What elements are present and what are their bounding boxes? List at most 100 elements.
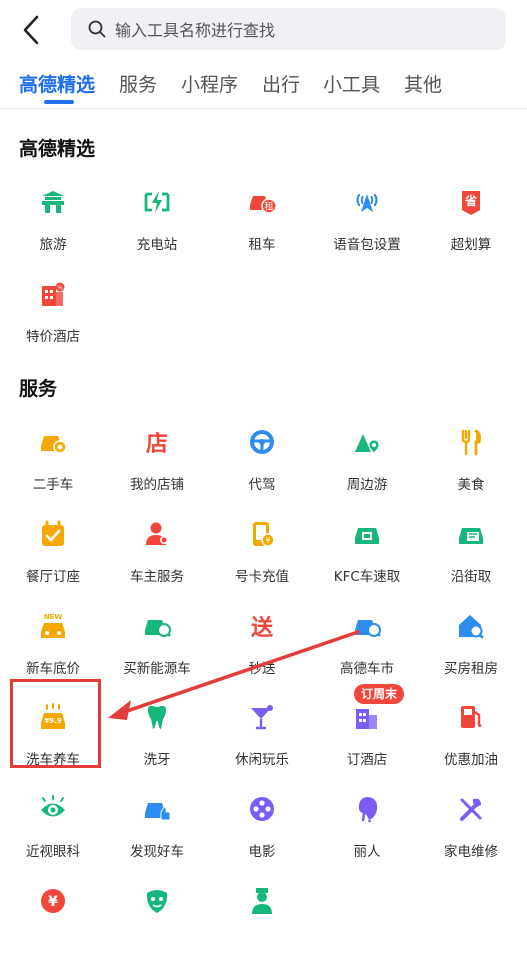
car-rental-icon: 租 bbox=[250, 196, 276, 214]
search-icon bbox=[88, 20, 106, 38]
tool-beauty[interactable]: 丽人 bbox=[315, 795, 419, 875]
tool-fuel-discount[interactable]: 优惠加油 bbox=[419, 703, 523, 783]
tool-label: 超划算 bbox=[450, 237, 492, 253]
tool-face-mask[interactable] bbox=[105, 887, 209, 967]
tool-kfc-pickup[interactable]: KFC车速取 bbox=[315, 520, 419, 600]
repair-icon bbox=[460, 798, 482, 821]
tool-house-buy-rent[interactable]: 买房租房 bbox=[419, 612, 523, 692]
search-box[interactable] bbox=[71, 8, 506, 52]
search-input[interactable] bbox=[113, 8, 497, 52]
tool-label: 语音包设置 bbox=[333, 237, 401, 253]
tool-deals[interactable]: 省 超划算 bbox=[419, 188, 523, 268]
tool-appliance-repair[interactable]: 家电维修 bbox=[419, 795, 523, 875]
kfc-pickup-icon bbox=[355, 528, 379, 544]
tool-my-shop[interactable]: 店 我的店铺 bbox=[105, 428, 209, 508]
tool-discount-hotel[interactable]: % 特价酒店 bbox=[1, 280, 105, 360]
tool-label: 代驾 bbox=[248, 477, 276, 493]
tool-label: 美食 bbox=[457, 477, 485, 493]
tool-leisure[interactable]: 休闲玩乐 bbox=[210, 703, 314, 783]
fuel-icon bbox=[461, 706, 482, 728]
street-pickup-icon bbox=[459, 528, 483, 544]
tool-car-rental[interactable]: 租 租车 bbox=[210, 188, 314, 268]
tool-coin[interactable]: ¥ bbox=[1, 887, 105, 967]
tool-designated-driver[interactable]: 代驾 bbox=[210, 428, 314, 508]
tool-label: 我的店铺 bbox=[130, 477, 184, 493]
phone-card-icon: ¥ bbox=[253, 522, 275, 547]
tool-label: 周边游 bbox=[346, 477, 388, 493]
tool-label: 优惠加油 bbox=[444, 752, 498, 768]
food-icon bbox=[461, 429, 481, 456]
tool-restaurant-reservation[interactable]: 餐厅订座 bbox=[1, 520, 105, 600]
tool-label: 家电维修 bbox=[444, 844, 498, 860]
cocktail-icon bbox=[251, 705, 273, 730]
charging-icon bbox=[144, 191, 170, 213]
tool-label: 高德车市 bbox=[340, 661, 394, 677]
send-glyph-text: 送 bbox=[251, 615, 273, 640]
tool-car-owner-service[interactable]: 车主服务 bbox=[105, 520, 209, 600]
tool-buy-ev[interactable]: 买新能源车 bbox=[105, 612, 209, 692]
steering-wheel-icon bbox=[250, 430, 274, 454]
tool-charging-station[interactable]: 充电站 bbox=[105, 188, 209, 268]
new-car-icon: NEW bbox=[41, 613, 65, 638]
tool-car-market[interactable]: 高德车市 bbox=[315, 612, 419, 692]
tab-featured[interactable]: 高德精选 bbox=[19, 70, 95, 97]
back-arrow-icon[interactable] bbox=[18, 14, 46, 46]
tab-tools[interactable]: 小工具 bbox=[323, 70, 380, 97]
ev-car-icon bbox=[145, 620, 171, 637]
tool-hotel-booking[interactable]: 订酒店 bbox=[315, 703, 419, 783]
top-bar bbox=[0, 0, 527, 60]
tool-voice-pack[interactable]: 语音包设置 bbox=[315, 188, 419, 268]
tooth-icon bbox=[148, 705, 166, 729]
tool-ophthalmology[interactable]: 近视眼科 bbox=[1, 795, 105, 875]
tool-label: 买新能源车 bbox=[123, 661, 191, 677]
mask-icon bbox=[146, 890, 168, 913]
tool-used-car[interactable]: 二手车 bbox=[1, 428, 105, 508]
tool-label: 特价酒店 bbox=[26, 329, 80, 345]
tab-other[interactable]: 其他 bbox=[404, 70, 442, 97]
used-car-icon bbox=[41, 436, 67, 454]
tool-label: 丽人 bbox=[353, 844, 381, 860]
tool-phone-top-up[interactable]: ¥ 号卡充值 bbox=[210, 520, 314, 600]
tool-label: 餐厅订座 bbox=[26, 569, 80, 585]
car-market-icon bbox=[355, 620, 381, 637]
svg-text:¥: ¥ bbox=[48, 894, 58, 910]
tool-find-good-car[interactable]: 发现好车 bbox=[105, 795, 209, 875]
tool-express-delivery[interactable]: 送 秒送 bbox=[210, 612, 314, 692]
tool-label: 二手车 bbox=[32, 477, 74, 493]
yuan-coin-icon: ¥ bbox=[41, 889, 65, 913]
tool-teeth-cleaning[interactable]: 洗牙 bbox=[105, 703, 209, 783]
svg-text:%: % bbox=[57, 285, 63, 292]
active-tab-indicator bbox=[44, 100, 74, 104]
tool-label: 车主服务 bbox=[130, 569, 184, 585]
svg-text:¥: ¥ bbox=[265, 536, 270, 545]
tool-label: 近视眼科 bbox=[26, 844, 80, 860]
tool-travel[interactable]: 旅游 bbox=[1, 188, 105, 268]
tool-nurse[interactable] bbox=[210, 887, 314, 967]
tool-label: 号卡充值 bbox=[235, 569, 289, 585]
tab-mini-programs[interactable]: 小程序 bbox=[181, 70, 238, 97]
tab-travel[interactable]: 出行 bbox=[262, 70, 300, 97]
tool-label: 秒送 bbox=[248, 661, 276, 677]
beauty-icon bbox=[358, 797, 378, 823]
voice-pack-icon bbox=[356, 193, 378, 212]
good-car-icon bbox=[145, 803, 171, 821]
tool-food[interactable]: 美食 bbox=[419, 428, 523, 508]
save-badge-text: 省 bbox=[464, 193, 477, 208]
eye-icon bbox=[41, 795, 65, 817]
tool-label: 订酒店 bbox=[346, 752, 388, 768]
tool-label: 租车 bbox=[248, 237, 276, 253]
tool-label: 买房租房 bbox=[444, 661, 498, 677]
highlight-box bbox=[10, 679, 101, 768]
pagoda-icon bbox=[42, 191, 64, 213]
tab-services[interactable]: 服务 bbox=[119, 70, 157, 97]
shop-icon: 店 bbox=[146, 432, 168, 456]
tool-label: 旅游 bbox=[39, 237, 67, 253]
new-badge-text: NEW bbox=[44, 613, 63, 621]
tool-label: 电影 bbox=[248, 844, 276, 860]
tool-label: 沿街取 bbox=[450, 569, 492, 585]
rent-badge-text: 租 bbox=[264, 202, 273, 213]
tool-street-pickup[interactable]: 沿街取 bbox=[419, 520, 523, 600]
tool-nearby-trip[interactable]: 周边游 bbox=[315, 428, 419, 508]
tool-movies[interactable]: 电影 bbox=[210, 795, 314, 875]
section-title-featured: 高德精选 bbox=[19, 138, 96, 160]
